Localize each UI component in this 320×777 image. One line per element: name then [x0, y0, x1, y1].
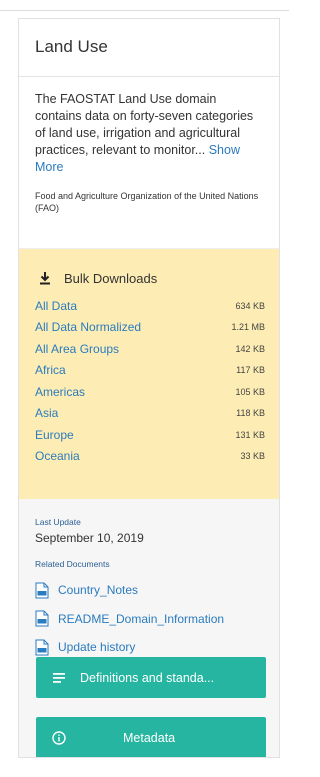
download-row[interactable]: All Area Groups 142 KB	[35, 338, 265, 360]
download-row[interactable]: All Data Normalized 1.21 MB	[35, 317, 265, 339]
download-link[interactable]: Asia	[35, 406, 58, 420]
download-link[interactable]: All Area Groups	[35, 342, 119, 356]
top-divider	[0, 10, 289, 11]
list-icon	[53, 672, 65, 683]
pdf-file-icon	[35, 610, 49, 627]
panel-header: Land Use	[19, 19, 279, 77]
bulk-downloads-header: Bulk Downloads	[35, 269, 265, 287]
bulk-downloads-section: Bulk Downloads All Data 634 KB All Data No…	[19, 249, 279, 499]
related-document-link[interactable]: Country_Notes	[58, 583, 138, 597]
last-update-label: Last Update	[35, 517, 81, 527]
download-link[interactable]: Africa	[35, 363, 66, 377]
download-link[interactable]: All Data Normalized	[35, 320, 141, 334]
file-size: 33 KB	[240, 451, 265, 462]
downloads-list: All Data 634 KB All Data Normalized 1.21 MB…	[35, 295, 265, 467]
download-row[interactable]: Americas 105 KB	[35, 381, 265, 403]
related-documents-label: Related Documents	[35, 559, 110, 569]
file-size: 117 KB	[236, 365, 265, 376]
download-link[interactable]: All Data	[35, 299, 77, 313]
definitions-button-label: Definitions and standa...	[80, 670, 215, 685]
download-row[interactable]: All Data 634 KB	[35, 295, 265, 317]
info-icon	[52, 730, 66, 745]
download-row[interactable]: Europe 131 KB	[35, 424, 265, 446]
file-size: 142 KB	[235, 343, 265, 354]
download-row[interactable]: Asia 118 KB	[35, 403, 265, 425]
download-link[interactable]: Americas	[35, 385, 85, 399]
download-row[interactable]: Africa 117 KB	[35, 360, 265, 382]
related-documents-list: Country_Notes README_Domain_Information Up…	[35, 576, 265, 662]
related-document-row[interactable]: README_Domain_Information	[35, 605, 265, 634]
panel-title: Land Use	[35, 37, 108, 56]
description-text: The FAOSTAT Land Use domain contains dat…	[35, 91, 265, 176]
related-document-link[interactable]: Update history	[58, 640, 135, 654]
file-size: 105 KB	[235, 386, 265, 397]
download-link[interactable]: Oceania	[35, 449, 80, 463]
file-size: 118 KB	[236, 408, 265, 419]
download-link[interactable]: Europe	[35, 428, 74, 442]
metadata-button[interactable]: Metadata	[36, 717, 266, 757]
pdf-file-icon	[35, 582, 49, 599]
organization-name: Food and Agriculture Organization of the…	[35, 191, 259, 213]
download-row[interactable]: Oceania 33 KB	[35, 446, 265, 468]
file-size: 131 KB	[235, 429, 265, 440]
related-document-link[interactable]: README_Domain_Information	[58, 612, 224, 626]
last-update-value: September 10, 2019	[35, 531, 144, 545]
bulk-downloads-title: Bulk Downloads	[64, 270, 158, 286]
domain-info-panel: Land Use The FAOSTAT Land Use domain con…	[18, 18, 280, 758]
download-icon	[40, 272, 50, 285]
definitions-button[interactable]: Definitions and standa...	[36, 657, 266, 698]
metadata-block: Last Update September 10, 2019 Related D…	[19, 499, 279, 662]
metadata-button-label: Metadata	[123, 730, 176, 745]
pdf-file-icon	[35, 639, 49, 656]
file-size: 1.21 MB	[231, 322, 265, 333]
related-document-row[interactable]: Country_Notes	[35, 576, 265, 605]
description-block: The FAOSTAT Land Use domain contains dat…	[19, 77, 279, 249]
file-size: 634 KB	[235, 300, 265, 311]
